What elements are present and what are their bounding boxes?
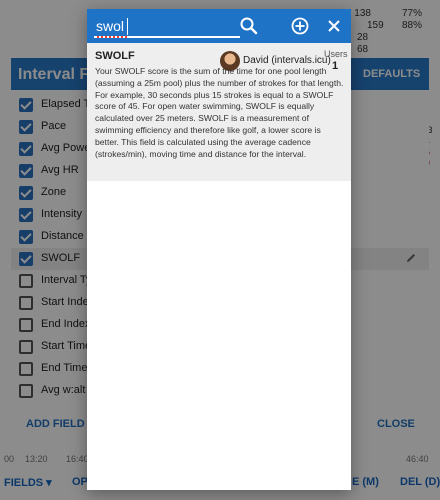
users-label: Users bbox=[324, 49, 348, 59]
search-icon[interactable] bbox=[239, 16, 259, 36]
spellcheck-underline bbox=[97, 36, 127, 38]
result-name: SWOLF bbox=[95, 50, 135, 62]
search-result-item[interactable]: SWOLF David (intervals.icu) Users 1 Your… bbox=[87, 43, 351, 181]
search-input[interactable] bbox=[94, 16, 240, 38]
field-search-dialog: SWOLF David (intervals.icu) Users 1 Your… bbox=[87, 9, 351, 490]
search-bar bbox=[87, 9, 351, 43]
result-author: David (intervals.icu) bbox=[243, 55, 331, 66]
close-icon[interactable] bbox=[324, 16, 344, 36]
result-description: Your SWOLF score is the sum of the time … bbox=[95, 66, 344, 159]
text-caret bbox=[127, 18, 128, 35]
add-circle-icon[interactable] bbox=[290, 16, 310, 36]
